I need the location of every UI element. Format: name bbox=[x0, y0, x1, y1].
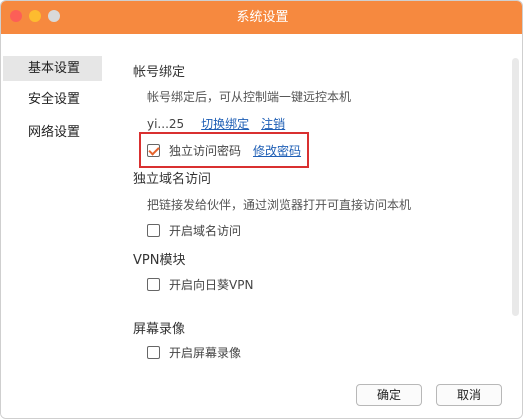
domain-enable-label: 开启域名访问 bbox=[169, 224, 242, 238]
sidebar: 基本设置 安全设置 网络设置 bbox=[1, 34, 111, 418]
vpn-enable-label: 开启向日葵VPN bbox=[169, 278, 254, 292]
domain-description: 把链接发给伙伴，通过浏览器打开可直接访问本机 bbox=[147, 198, 412, 212]
sidebar-item-network[interactable]: 网络设置 bbox=[3, 120, 102, 145]
change-password-link[interactable]: 修改密码 bbox=[253, 142, 301, 159]
domain-enable-checkbox[interactable] bbox=[147, 224, 160, 237]
independent-password-checkbox[interactable] bbox=[147, 144, 160, 157]
account-name: yi...25 bbox=[147, 116, 185, 131]
sidebar-item-security[interactable]: 安全设置 bbox=[3, 87, 102, 112]
vpn-section-title: VPN模块 bbox=[133, 253, 186, 268]
domain-section-title: 独立域名访问 bbox=[133, 172, 212, 187]
settings-window: 系统设置 基本设置 安全设置 网络设置 帐号绑定 帐号绑定后，可从控制端一键远控… bbox=[0, 0, 523, 419]
dialog-footer: 确定 取消 bbox=[111, 374, 522, 418]
recording-enable-checkbox[interactable] bbox=[147, 346, 160, 359]
settings-content: 帐号绑定 帐号绑定后，可从控制端一键远控本机 yi...25 切换绑定 注销 独… bbox=[111, 34, 512, 418]
title-bar[interactable]: 系统设置 bbox=[1, 1, 522, 34]
window-title: 系统设置 bbox=[236, 10, 289, 25]
vpn-enable-row: 开启向日葵VPN bbox=[147, 276, 253, 293]
cancel-button[interactable]: 取消 bbox=[436, 384, 502, 406]
recording-section-title: 屏幕录像 bbox=[133, 322, 186, 337]
vpn-enable-checkbox[interactable] bbox=[147, 278, 160, 291]
account-row: yi...25 切换绑定 注销 bbox=[147, 115, 285, 132]
recording-enable-label: 开启屏幕录像 bbox=[169, 346, 242, 360]
switch-binding-link[interactable]: 切换绑定 bbox=[201, 115, 249, 132]
recording-enable-row: 开启屏幕录像 bbox=[147, 344, 241, 361]
independent-password-row: 独立访问密码 修改密码 bbox=[147, 142, 301, 159]
sidebar-item-basic[interactable]: 基本设置 bbox=[3, 56, 102, 81]
account-description: 帐号绑定后，可从控制端一键远控本机 bbox=[147, 90, 352, 104]
scrollbar-track[interactable] bbox=[512, 58, 519, 316]
domain-enable-row: 开启域名访问 bbox=[147, 222, 241, 239]
independent-password-label: 独立访问密码 bbox=[169, 144, 242, 158]
account-section-title: 帐号绑定 bbox=[133, 65, 186, 80]
logout-link[interactable]: 注销 bbox=[261, 115, 285, 132]
ok-button[interactable]: 确定 bbox=[356, 384, 422, 406]
